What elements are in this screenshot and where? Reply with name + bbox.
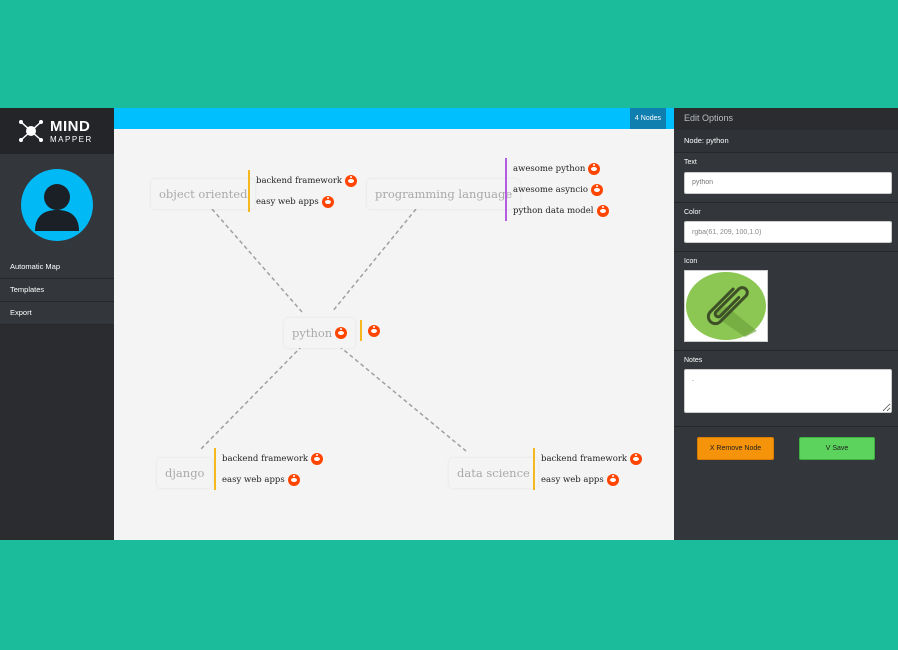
icon-section: Icon — [674, 252, 898, 351]
selected-node-label: Node: python — [674, 130, 898, 153]
node-label: python — [292, 326, 333, 340]
reddit-icon — [590, 183, 603, 196]
leaf-item[interactable] — [368, 320, 380, 341]
icon-picker[interactable] — [684, 270, 768, 342]
node-count-badge: 4 Nodes — [629, 108, 666, 129]
mind-map-node[interactable]: data science — [449, 458, 538, 488]
save-button[interactable]: V Save — [799, 437, 875, 460]
leaf-label: easy web apps — [222, 474, 285, 485]
sidebar-item-templates[interactable]: Templates — [0, 279, 114, 302]
remove-node-button[interactable]: X Remove Node — [697, 437, 774, 460]
mind-map-center-node[interactable]: python — [284, 318, 356, 348]
leaf-group: backend framework easy web apps — [248, 170, 358, 212]
reddit-icon — [588, 162, 601, 175]
sidebar-item-export[interactable]: Export — [0, 302, 114, 325]
leaf-item[interactable]: awesome asyncio — [513, 179, 609, 200]
leaf-group: backend framework easy web apps — [533, 448, 643, 490]
text-input[interactable] — [684, 171, 892, 194]
notes-section: Notes . — [674, 351, 898, 427]
color-input[interactable] — [684, 221, 892, 243]
user-silhouette-icon — [35, 184, 79, 231]
logo-title: MIND — [50, 117, 91, 135]
leaf-label: backend framework — [256, 175, 343, 186]
leaf-label: easy web apps — [256, 196, 319, 207]
leaf-item[interactable]: awesome python — [513, 158, 609, 179]
panel-title: Edit Options — [674, 108, 898, 130]
avatar-area — [0, 154, 114, 256]
leaf-label: awesome python — [513, 163, 586, 174]
leaf-label: backend framework — [541, 453, 628, 464]
sidebar: MIND MAPPER Automatic Map Templates Expo… — [0, 108, 114, 540]
node-label: programming language — [375, 187, 513, 201]
leaf-item[interactable]: easy web apps — [256, 191, 357, 212]
color-label: Color — [684, 208, 701, 216]
leaf-item[interactable]: backend framework — [541, 448, 643, 469]
leaf-item[interactable]: python data model — [513, 200, 609, 221]
node-label: object oriented — [159, 187, 248, 201]
leaf-label: awesome asyncio — [513, 184, 588, 195]
mind-mapper-app: MIND MAPPER Automatic Map Templates Expo… — [0, 108, 898, 540]
logo: MIND MAPPER — [0, 108, 114, 154]
leaf-item[interactable]: easy web apps — [222, 469, 323, 490]
avatar[interactable] — [21, 169, 93, 241]
reddit-icon — [606, 473, 619, 486]
leaf-group: backend framework easy web apps — [214, 448, 324, 490]
notes-label: Notes — [684, 357, 703, 364]
reddit-icon — [596, 204, 609, 217]
leaf-item[interactable]: backend framework — [256, 170, 358, 191]
sidebar-item-automatic-map[interactable]: Automatic Map — [0, 256, 114, 279]
mind-map-node[interactable]: object oriented — [151, 179, 256, 209]
mind-map-canvas[interactable]: object oriented backend framework easy w… — [114, 129, 674, 540]
leaf-item[interactable]: easy web apps — [541, 469, 642, 490]
leaf-group — [360, 320, 380, 341]
edit-options-panel: Edit Options Node: python Text Color Ico… — [674, 108, 898, 540]
color-section: Color — [674, 203, 898, 252]
paperclip-icon — [686, 272, 766, 340]
top-bar: 4 Nodes — [114, 108, 674, 129]
icon-label: Icon — [684, 258, 698, 265]
mind-map-node[interactable]: django — [157, 458, 213, 488]
reddit-icon — [630, 452, 643, 465]
node-label: django — [165, 466, 205, 480]
reddit-icon — [311, 452, 324, 465]
mind-map-logo-icon — [18, 118, 44, 144]
leaf-label: backend framework — [222, 453, 309, 464]
notes-textarea[interactable]: . — [684, 369, 892, 413]
text-section: Text — [674, 153, 898, 203]
mind-map-node[interactable]: programming language — [367, 179, 521, 209]
leaf-label: easy web apps — [541, 474, 604, 485]
leaf-item[interactable]: backend framework — [222, 448, 324, 469]
action-buttons: X Remove Node V Save — [674, 427, 898, 460]
reddit-icon — [368, 324, 380, 337]
reddit-icon — [287, 473, 300, 486]
reddit-icon — [345, 174, 358, 187]
text-label: Text — [684, 159, 697, 166]
leaf-group: awesome python awesome asyncio python da… — [505, 158, 609, 221]
reddit-icon — [321, 195, 334, 208]
leaf-label: python data model — [513, 205, 594, 216]
logo-subtitle: MAPPER — [50, 134, 93, 144]
reddit-icon — [335, 327, 348, 339]
node-label: data science — [457, 466, 530, 480]
